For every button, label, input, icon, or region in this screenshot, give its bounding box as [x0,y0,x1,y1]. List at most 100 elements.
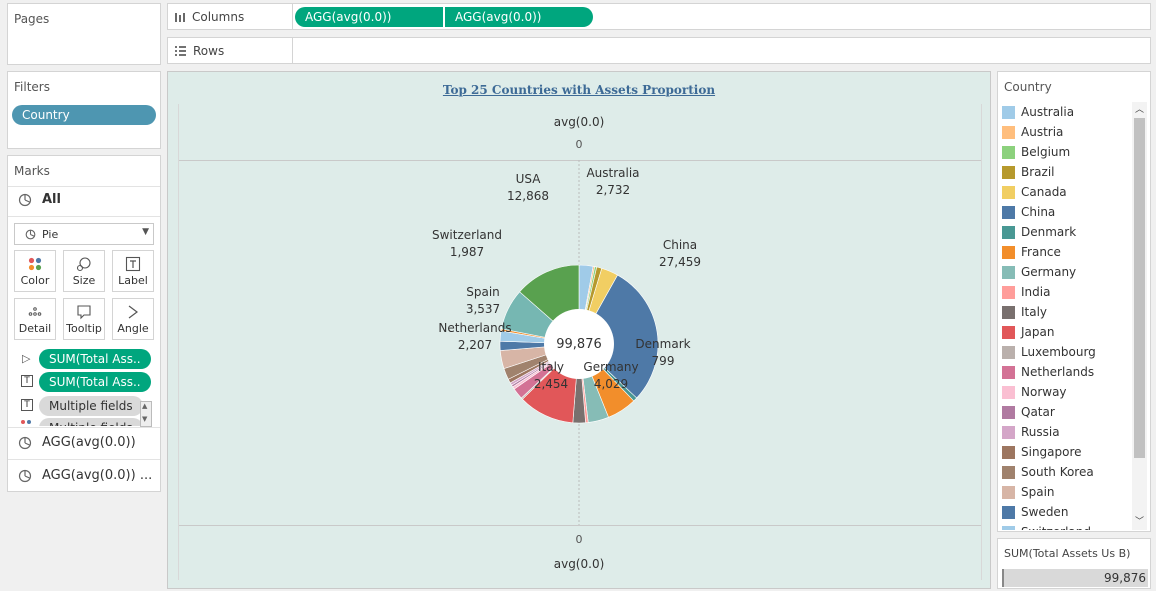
rows-shelf[interactable]: Rows [167,37,1151,64]
legend-item[interactable]: Qatar [1002,402,1055,422]
color-button[interactable]: Color [14,250,56,292]
legend-item-label: Switzerland [1021,525,1091,530]
slice-label-name: Denmark [635,337,690,351]
legend-item-label: Australia [1021,105,1075,119]
legend-item-label: China [1021,205,1056,219]
tooltip-button[interactable]: Tooltip [63,298,105,340]
legend-item[interactable]: India [1002,282,1050,302]
legend-item[interactable]: Spain [1002,482,1055,502]
label-button[interactable]: Label [112,250,154,292]
slice-label-value: 799 [652,354,675,368]
slice-label-name: China [663,238,697,252]
marks-all-label: All [42,192,61,207]
legend-item-label: India [1021,285,1051,299]
legend-swatch [1002,325,1015,339]
legend-item[interactable]: South Korea [1002,462,1094,482]
legend-item[interactable]: Singapore [1002,442,1082,462]
legend-item[interactable]: Japan [1002,322,1054,342]
legend-swatch [1002,145,1015,159]
pie-mark-icon [18,469,32,482]
fields-scrollbar[interactable]: ▲ ▼ [140,401,152,427]
filters-card: Filters Country [7,71,161,149]
legend-item-label: Canada [1021,185,1067,199]
text-label-icon [125,256,141,272]
legend-swatch [1002,525,1015,530]
legend-item-label: South Korea [1021,465,1094,479]
detail-button[interactable]: Detail [14,298,56,340]
slice-label-value: 3,537 [466,302,500,316]
legend-item[interactable]: Norway [1002,382,1067,402]
angle-field-icon: ▷ [22,352,31,365]
chevron-down-icon: ▼ [142,227,149,237]
pie-chart[interactable]: 99,876 Australia 2,732 China 27,459 Denmark 7… [168,72,992,590]
marks-section-agg-2[interactable]: AGG(avg(0.0)) ... [18,468,152,483]
filter-pill-country[interactable]: Country [12,105,156,125]
slice-label-value: 4,029 [594,377,628,391]
legend-scrollbar[interactable]: ︿ ﹀ [1132,102,1147,530]
legend-swatch [1002,265,1015,279]
legend-item[interactable]: Luxembourg [1002,342,1096,362]
legend-item[interactable]: Germany [1002,262,1076,282]
slice-label-value: 2,732 [596,183,630,197]
legend-swatch [1002,445,1015,459]
legend-item[interactable]: China [1002,202,1055,222]
legend-item[interactable]: Canada [1002,182,1067,202]
legend-item[interactable]: Sweden [1002,502,1068,522]
legend-item[interactable]: Denmark [1002,222,1076,242]
size-legend: SUM(Total Assets Us B) 99,876 [997,538,1151,589]
legend-item-label: Luxembourg [1021,345,1096,359]
label-field-icon: T [21,375,33,387]
legend-item-label: Netherlands [1021,365,1095,379]
marks-card: Marks All Pie ▼ Color Size Label Detail [7,155,161,492]
legend-item[interactable]: Austria [1002,122,1063,142]
color-button-label: Color [20,273,50,287]
country-legend-title: Country [1004,80,1052,94]
tooltip-button-label: Tooltip [66,321,102,335]
viz-canvas[interactable]: Top 25 Countries with Assets Proportion … [167,71,991,589]
legend-item[interactable]: Italy [1002,302,1047,322]
size-button[interactable]: Size [63,250,105,292]
label-multi-field-icon: T [21,399,33,411]
legend-swatch [1002,205,1015,219]
legend-item[interactable]: Belgium [1002,142,1070,162]
legend-item[interactable]: Switzerland [1002,522,1091,530]
legend-swatch [1002,125,1015,139]
legend-item[interactable]: Russia [1002,422,1060,442]
label-field-pill[interactable]: SUM(Total Ass.. [39,372,151,392]
legend-item-label: Germany [1021,265,1077,279]
multiple-fields-pill[interactable]: Multiple fields [39,396,143,416]
legend-item-label: Belgium [1021,145,1071,159]
mark-type-dropdown[interactable]: Pie ▼ [14,223,154,245]
columns-pill-2[interactable]: AGG(avg(0.0)) [445,7,593,27]
angle-icon [125,304,141,320]
legend-swatch [1002,345,1015,359]
columns-shelf[interactable]: Columns AGG(avg(0.0)) AGG(avg(0.0)) [167,3,1151,30]
legend-item[interactable]: Netherlands [1002,362,1094,382]
size-icon [76,256,92,272]
legend-scroll-thumb[interactable] [1134,118,1145,458]
slice-label-name: USA [516,172,542,186]
chevron-up-icon: ︿ [1135,105,1145,115]
color-icon [27,256,43,272]
tooltip-icon [76,304,92,320]
multiple-fields-pill-2[interactable]: Multiple fields [39,418,143,426]
clipped-field-row: Multiple fields [16,418,152,426]
columns-pill-1[interactable]: AGG(avg(0.0)) [295,7,443,27]
color-field-icon-2 [27,420,31,424]
legend-item[interactable]: Brazil [1002,162,1055,182]
marks-all-row[interactable]: All [18,192,61,207]
legend-item[interactable]: France [1002,242,1061,262]
marks-section-agg-1[interactable]: AGG(avg(0.0)) [18,435,136,450]
angle-button[interactable]: Angle [112,298,154,340]
legend-item[interactable]: Australia [1002,102,1074,122]
angle-field-pill[interactable]: SUM(Total Ass.. [39,349,151,369]
pie-type-icon [25,229,36,239]
legend-item-label: Norway [1021,385,1067,399]
slice-label-name: Italy [538,360,564,374]
chevron-down-icon: ﹀ [1135,517,1145,527]
rows-shelf-label: Rows [174,38,292,63]
marks-section-label: AGG(avg(0.0)) ... [42,468,153,483]
legend-item-label: Italy [1021,305,1048,319]
pages-card[interactable]: Pages [7,3,161,65]
color-field-icon [21,420,25,424]
